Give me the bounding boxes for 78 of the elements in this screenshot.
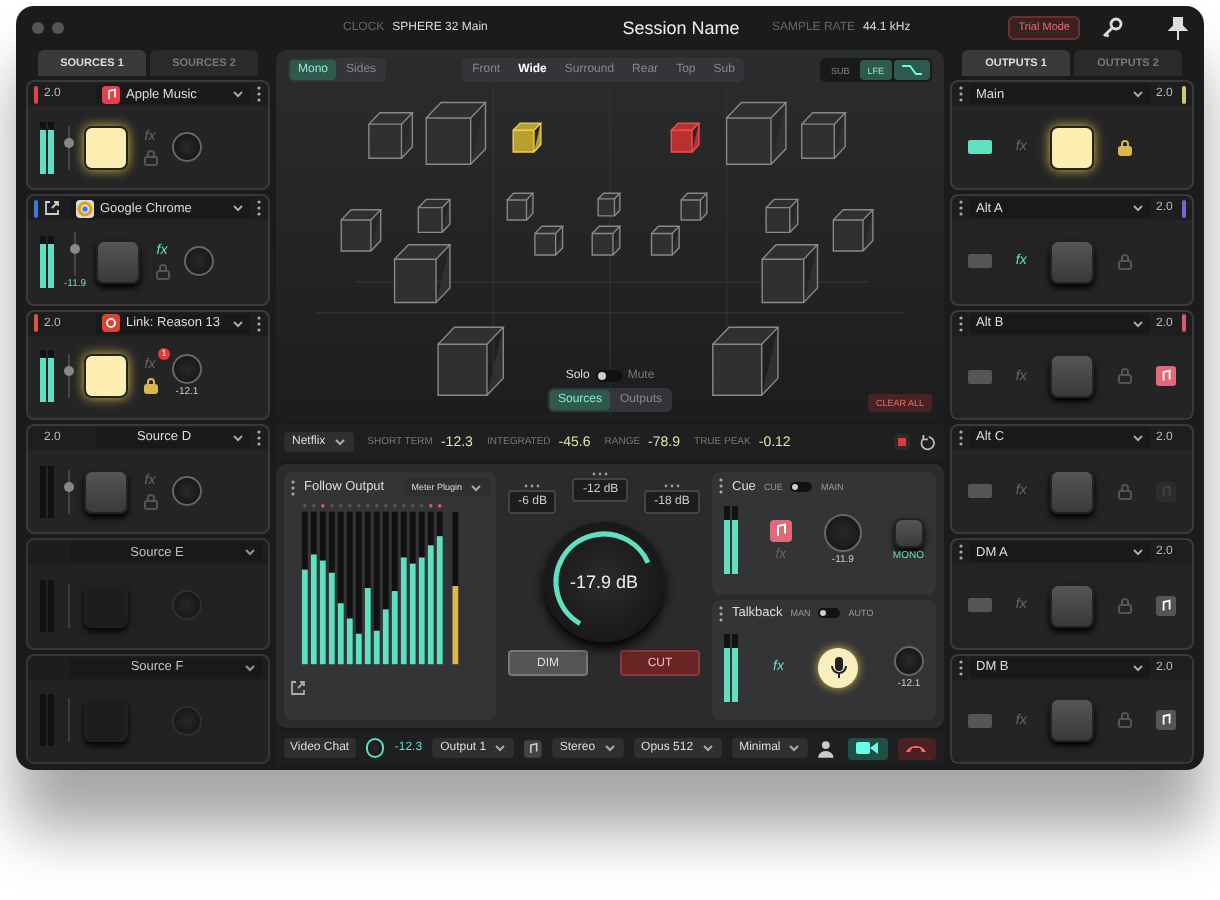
more-icon[interactable]	[958, 200, 964, 217]
music-note-icon	[102, 85, 120, 103]
music-note-icon[interactable]	[1155, 366, 1176, 387]
cue-main-switch[interactable]	[790, 481, 813, 491]
pin-icon[interactable]	[1168, 16, 1188, 40]
person-icon[interactable]	[818, 739, 838, 757]
popout-icon[interactable]	[44, 200, 60, 217]
camera-button[interactable]	[848, 737, 887, 759]
mono-pad	[893, 518, 924, 549]
music-note-icon[interactable]	[769, 519, 792, 542]
caret-icon	[232, 319, 244, 328]
window-title: Session Name	[620, 18, 742, 38]
caret-icon	[1132, 433, 1144, 442]
camera-icon	[856, 740, 879, 756]
caret-icon	[244, 548, 256, 557]
caret-icon	[333, 438, 346, 446]
more-icon[interactable]	[290, 479, 296, 495]
popout-icon[interactable]	[290, 680, 306, 696]
gain-knob[interactable]	[172, 132, 202, 163]
caret-icon	[244, 663, 256, 672]
more-icon[interactable]	[718, 478, 724, 494]
curve-button[interactable]	[894, 60, 930, 80]
pad-button[interactable]	[84, 125, 128, 170]
more-icon[interactable]	[958, 86, 964, 102]
level-meter	[724, 633, 738, 702]
phone-icon	[904, 742, 929, 754]
music-note-icon[interactable]	[524, 739, 542, 757]
lock-icon[interactable]	[143, 378, 157, 395]
caret-icon	[788, 744, 801, 752]
caret-icon	[494, 744, 507, 752]
caret-icon	[1132, 204, 1144, 213]
more-icon[interactable]	[958, 315, 964, 332]
more-icon[interactable]	[256, 315, 262, 332]
gain-knob[interactable]	[172, 354, 202, 385]
level-meter	[40, 121, 54, 174]
caret-icon	[1132, 548, 1144, 557]
more-icon[interactable]	[256, 429, 262, 446]
caret-icon	[232, 433, 244, 442]
key-icon[interactable]	[1100, 16, 1124, 40]
record-button[interactable]	[894, 434, 910, 450]
talkback-mode-switch[interactable]	[818, 608, 841, 618]
caret-icon	[232, 204, 244, 213]
reset-icon[interactable]	[918, 433, 936, 451]
music-note-icon[interactable]	[1155, 595, 1176, 616]
caret-icon	[1132, 663, 1144, 672]
app-icon	[102, 314, 120, 333]
level-meter	[40, 350, 54, 403]
more-icon[interactable]	[718, 605, 724, 621]
volume-knob[interactable]: -17.9 dB	[544, 522, 664, 642]
browser-icon	[76, 199, 94, 218]
more-icon[interactable]	[958, 429, 964, 446]
caret-icon	[232, 90, 244, 98]
more-icon[interactable]	[256, 86, 262, 102]
level-meter	[724, 506, 738, 575]
call-volume-knob[interactable]	[365, 738, 385, 758]
route-button[interactable]	[968, 140, 992, 155]
talkback-mic-button[interactable]	[818, 647, 859, 688]
music-note-icon[interactable]	[1155, 710, 1176, 731]
more-icon[interactable]	[958, 659, 964, 676]
caret-icon	[1132, 319, 1144, 328]
caret-icon	[603, 744, 616, 752]
level-meter	[40, 235, 54, 288]
talkback-knob[interactable]	[894, 645, 924, 676]
cue-knob[interactable]	[823, 514, 862, 553]
caret-icon	[1132, 90, 1144, 98]
caret-icon	[701, 744, 714, 752]
gain-knob[interactable]	[172, 476, 202, 507]
hang-up-button[interactable]	[897, 737, 936, 759]
curve-icon	[902, 64, 922, 76]
caret-icon	[470, 483, 482, 491]
pad-button[interactable]	[1050, 125, 1095, 170]
microphone-icon	[829, 655, 848, 680]
more-icon[interactable]	[256, 200, 262, 217]
gain-knob[interactable]	[184, 246, 215, 277]
solo-mute-switch[interactable]	[595, 370, 622, 382]
more-icon[interactable]	[958, 544, 964, 561]
lock-icon[interactable]	[1118, 139, 1133, 156]
pad-button[interactable]	[84, 354, 128, 399]
